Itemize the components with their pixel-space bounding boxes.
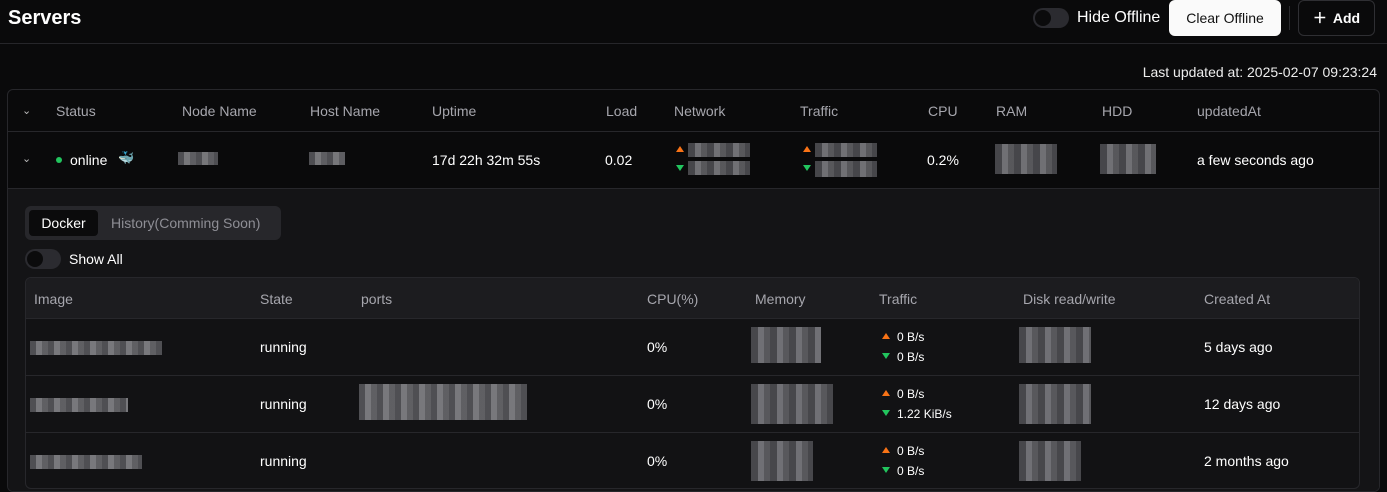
tab-history[interactable]: History(Comming Soon) — [111, 215, 260, 231]
top-bar: Servers Hide Offline Clear Offline ＋ Add — [0, 0, 1387, 44]
page-title: Servers — [8, 7, 82, 29]
hide-offline-toggle[interactable] — [1033, 8, 1069, 28]
traffic-down-value: 1.22 KiB/s — [897, 407, 952, 421]
header-divider — [8, 131, 1379, 132]
traffic-down-icon — [882, 467, 890, 473]
image-redacted — [30, 341, 162, 355]
add-button-label: Add — [1332, 10, 1361, 26]
traffic-up-icon — [882, 390, 890, 396]
col-disk-rw[interactable]: Disk read/write — [1023, 291, 1116, 307]
col-docker-traffic[interactable]: Traffic — [879, 291, 917, 307]
plus-icon: ＋ — [1312, 10, 1327, 26]
show-all-toggle[interactable] — [25, 249, 61, 269]
server-updated-at: a few seconds ago — [1197, 152, 1314, 168]
network-up-redacted — [688, 143, 750, 157]
traffic-up-icon — [803, 146, 811, 152]
col-hdd[interactable]: HDD — [1102, 103, 1132, 119]
network-down-redacted — [688, 161, 750, 175]
container-state: running — [260, 339, 307, 355]
traffic-down-redacted — [815, 161, 877, 177]
col-traffic[interactable]: Traffic — [800, 103, 838, 119]
container-cpu: 0% — [647, 339, 668, 355]
hide-offline-label: Hide Offline — [1077, 9, 1161, 26]
container-created-at: 5 days ago — [1204, 339, 1273, 355]
tab-docker[interactable]: Docker — [29, 210, 98, 236]
traffic-up-value: 0 B/s — [897, 330, 925, 344]
col-load[interactable]: Load — [606, 103, 637, 119]
server-load: 0.02 — [605, 152, 633, 168]
col-host-name[interactable]: Host Name — [310, 103, 380, 119]
container-cpu: 0% — [647, 453, 668, 469]
container-created-at: 12 days ago — [1204, 396, 1281, 412]
server-cpu: 0.2% — [927, 152, 959, 168]
memory-redacted — [751, 441, 813, 481]
hdd-redacted — [1100, 144, 1156, 174]
show-all-label: Show All — [69, 251, 123, 267]
image-redacted — [30, 455, 142, 469]
traffic-up-icon — [882, 447, 890, 453]
col-ports[interactable]: ports — [361, 291, 392, 307]
col-image[interactable]: Image — [34, 291, 73, 307]
disk-rw-redacted — [1019, 441, 1081, 481]
traffic-up-value: 0 B/s — [897, 387, 925, 401]
server-uptime: 17d 22h 32m 55s — [432, 152, 541, 168]
traffic-down-icon — [882, 353, 890, 359]
col-cpu-percent[interactable]: CPU(%) — [647, 291, 698, 307]
traffic-up-value: 0 B/s — [897, 444, 925, 458]
memory-redacted — [751, 384, 833, 424]
container-cpu: 0% — [647, 396, 668, 412]
docker-table: Image State ports CPU(%) Memory Traffic … — [25, 277, 1360, 489]
clear-offline-button[interactable]: Clear Offline — [1169, 0, 1281, 36]
memory-redacted — [751, 327, 821, 363]
container-created-at: 2 months ago — [1204, 453, 1289, 469]
col-cpu[interactable]: CPU — [928, 103, 958, 119]
docker-row[interactable]: running 0% 0 B/s 1.22 KiB/s 12 days ago — [26, 376, 1359, 433]
container-state: running — [260, 453, 307, 469]
disk-rw-redacted — [1019, 327, 1091, 363]
toggle-knob — [1035, 10, 1051, 26]
traffic-down-value: 0 B/s — [897, 464, 925, 478]
traffic-down-value: 0 B/s — [897, 350, 925, 364]
disk-rw-redacted — [1019, 384, 1091, 424]
col-network[interactable]: Network — [674, 103, 725, 119]
traffic-down-icon — [882, 410, 890, 416]
col-created-at[interactable]: Created At — [1204, 291, 1270, 307]
traffic-up-redacted — [815, 143, 877, 157]
divider — [1289, 6, 1290, 30]
network-up-icon — [676, 146, 684, 152]
container-state: running — [260, 396, 307, 412]
col-ram[interactable]: RAM — [996, 103, 1027, 119]
expand-row-chevron-icon[interactable]: ⌄ — [22, 152, 31, 165]
traffic-up-icon — [882, 333, 890, 339]
docker-row[interactable]: running 0% 0 B/s 0 B/s 5 days ago — [26, 319, 1359, 376]
collapse-all-chevron-icon[interactable]: ⌄ — [22, 104, 31, 117]
last-updated-text: Last updated at: 2025-02-07 09:23:24 — [1142, 64, 1377, 80]
col-memory[interactable]: Memory — [755, 291, 806, 307]
ports-redacted — [359, 384, 527, 420]
servers-table: ⌄ Status Node Name Host Name Uptime Load… — [7, 89, 1380, 492]
col-status[interactable]: Status — [56, 103, 96, 119]
col-updated-at[interactable]: updatedAt — [1197, 103, 1261, 119]
add-button[interactable]: ＋ Add — [1298, 0, 1375, 36]
details-tabs: Docker History(Comming Soon) — [25, 206, 281, 240]
col-uptime[interactable]: Uptime — [432, 103, 476, 119]
node-name-redacted — [178, 152, 218, 165]
network-down-icon — [676, 165, 684, 171]
docker-icon: 🐳 — [118, 150, 135, 165]
image-redacted — [30, 398, 128, 412]
col-node-name[interactable]: Node Name — [182, 103, 257, 119]
online-status-dot — [56, 157, 62, 163]
server-status: online — [70, 152, 108, 168]
ram-redacted — [995, 144, 1057, 174]
host-name-redacted — [309, 152, 345, 165]
col-state[interactable]: State — [260, 291, 293, 307]
toggle-knob — [27, 251, 43, 267]
server-details-panel: Docker History(Comming Soon) Show All Im… — [8, 189, 1379, 491]
traffic-down-icon — [803, 165, 811, 171]
docker-table-header: Image State ports CPU(%) Memory Traffic … — [26, 278, 1359, 319]
docker-row[interactable]: running 0% 0 B/s 0 B/s 2 months ago — [26, 433, 1359, 488]
